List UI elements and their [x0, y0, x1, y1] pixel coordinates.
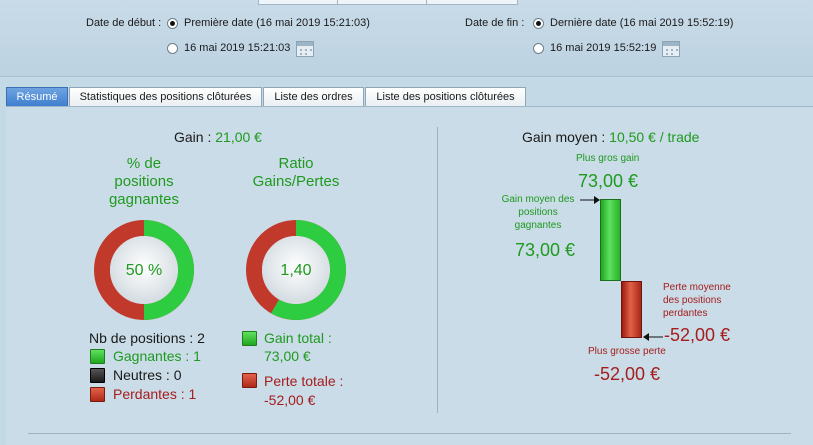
- date-filter-bar: Date de début : Première date (16 mai 20…: [0, 0, 813, 77]
- gain-label: Gain :: [174, 129, 212, 145]
- label-line: gagnantes: [514, 220, 562, 231]
- gain-value: 21,00 €: [215, 129, 262, 145]
- end-last-date-radio[interactable]: [533, 18, 544, 29]
- label-line: Perte moyenne: [663, 282, 731, 293]
- gagnantes-count: Gagnantes : 1: [113, 348, 201, 364]
- perte-totale-swatch: [242, 373, 257, 388]
- label-line: des positions: [663, 295, 722, 306]
- gain-total-value: 73,00 €: [264, 348, 311, 364]
- perte-totale-value: -52,00 €: [264, 392, 316, 408]
- perte-moyenne-label: Perte moyenne des positions perdantes: [663, 281, 731, 320]
- tab-statistiques-positions[interactable]: Statistiques des positions clôturées: [69, 87, 262, 106]
- calendar-icon[interactable]: [662, 41, 680, 57]
- perte-moyenne-value: -52,00 €: [664, 325, 731, 345]
- plus-grosse-perte-value: -52,00 €: [594, 364, 661, 384]
- top-tab-stub[interactable]: [258, 0, 338, 5]
- start-date-label: Date de début :: [86, 17, 162, 29]
- gain-total-label: Gain total :: [264, 330, 332, 346]
- gain-moyen-summary: Gain moyen : 10,50 € / trade: [522, 129, 699, 145]
- perte-totale-label: Perte totale :: [264, 373, 344, 389]
- label-line: Gain moyen des: [501, 194, 575, 205]
- start-custom-date-option[interactable]: 16 mai 2019 15:21:03: [184, 42, 290, 54]
- calendar-icon[interactable]: [296, 41, 314, 57]
- start-first-date-option[interactable]: Première date (16 mai 2019 15:21:03): [184, 17, 370, 29]
- neutres-count: Neutres : 0: [113, 367, 182, 383]
- vertical-divider: [437, 127, 438, 413]
- avg-loss-bar: [621, 281, 642, 338]
- top-tab-stub[interactable]: [337, 0, 427, 5]
- arrow-right-icon: [580, 196, 600, 204]
- plus-gros-gain-value: 73,00 €: [578, 171, 639, 191]
- label-line: perdantes: [663, 308, 708, 319]
- ratio-title: Ratio Gains/Pertes: [236, 155, 356, 191]
- avg-gain-bar: [600, 199, 621, 281]
- ratio-value: 1,40: [280, 262, 312, 279]
- neutral-swatch: [90, 368, 105, 383]
- gain-moyen-value: 10,50 € / trade: [609, 129, 700, 145]
- horizontal-divider: [28, 433, 791, 434]
- tab-liste-ordres[interactable]: Liste des ordres: [263, 87, 364, 106]
- gain-summary: Gain : 21,00 €: [174, 129, 262, 145]
- perdantes-count: Perdantes : 1: [113, 386, 197, 402]
- nb-positions: Nb de positions : 2: [89, 330, 205, 346]
- start-first-date-radio[interactable]: [167, 18, 178, 29]
- end-last-date-option[interactable]: Dernière date (16 mai 2019 15:52:19): [550, 17, 733, 29]
- plus-gros-gain-label: Plus gros gain: [576, 153, 640, 164]
- pct-title-line: % de: [126, 155, 162, 172]
- start-custom-date-radio[interactable]: [167, 43, 178, 54]
- tab-resume[interactable]: Résumé: [6, 87, 68, 106]
- pct-title-line: positions: [114, 173, 174, 190]
- end-custom-date-radio[interactable]: [533, 43, 544, 54]
- pct-winning-title: % de positions gagnantes: [94, 155, 194, 209]
- gain-moyen-gagnantes-label: Gain moyen des positions gagnantes: [493, 193, 583, 232]
- gain-moyen-label: Gain moyen :: [522, 129, 606, 145]
- top-tab-stub[interactable]: [426, 0, 518, 5]
- label-line: positions: [518, 207, 558, 218]
- plus-grosse-perte-label: Plus grosse perte: [588, 346, 666, 357]
- pct-title-line: gagnantes: [108, 191, 180, 208]
- arrow-left-icon: [643, 333, 663, 341]
- gain-total-swatch: [242, 331, 257, 346]
- end-date-label: Date de fin :: [465, 17, 525, 29]
- end-custom-date-option[interactable]: 16 mai 2019 15:52:19: [550, 42, 656, 54]
- ratio-title-line: Ratio: [278, 155, 314, 172]
- losing-swatch: [90, 387, 105, 402]
- ratio-title-line: Gains/Pertes: [252, 173, 340, 190]
- gain-moyen-gagnantes-value: 73,00 €: [515, 240, 576, 260]
- tab-liste-positions[interactable]: Liste des positions clôturées: [365, 87, 526, 106]
- winning-swatch: [90, 349, 105, 364]
- pct-winning-value: 50 %: [125, 262, 163, 279]
